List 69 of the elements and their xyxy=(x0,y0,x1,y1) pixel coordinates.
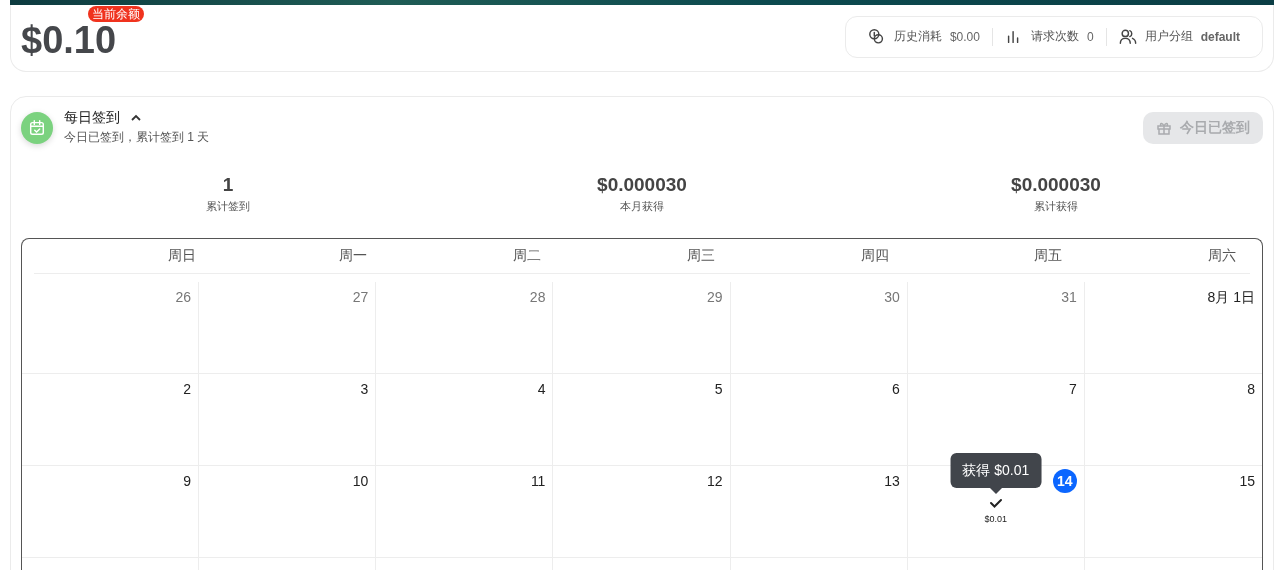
stat-label: 请求次数 xyxy=(1030,28,1079,45)
reward-tooltip: 获得 $0.01 xyxy=(950,453,1042,488)
calendar-icon xyxy=(21,111,53,144)
calendar-day[interactable]: 6 xyxy=(730,374,908,466)
summary-label: 累计获得 xyxy=(1033,199,1079,214)
day-number: 15 xyxy=(1239,472,1255,490)
calendar-day[interactable]: 29 xyxy=(553,282,731,374)
calendar-day[interactable]: 11 xyxy=(376,466,554,558)
day-number: 29 xyxy=(707,288,723,306)
day-number: 28 xyxy=(529,288,546,306)
calendar-day[interactable]: 8 xyxy=(1084,374,1262,466)
calendar-day[interactable]: 27 xyxy=(199,282,377,374)
calendar-day[interactable]: 2 xyxy=(22,374,200,466)
day-number: 13 xyxy=(884,472,900,490)
calendar-day[interactable]: 13 xyxy=(730,466,908,558)
calendar-day[interactable]: 3 xyxy=(199,374,377,466)
day-number: 3 xyxy=(360,380,369,398)
coins-icon xyxy=(867,27,886,46)
weekday-label: 周一 xyxy=(338,247,369,265)
calendar-day[interactable]: 31 xyxy=(907,282,1085,374)
weekday-label: 周四 xyxy=(859,247,890,265)
reward-amount: $0.01 xyxy=(984,514,1008,524)
calendar-day[interactable]: 8月 1日 xyxy=(1084,282,1262,374)
stat-value: default xyxy=(1200,29,1240,44)
calendar-day[interactable]: 12 xyxy=(553,466,731,558)
day-number: 30 xyxy=(884,288,900,306)
summary-value: $0.000030 xyxy=(596,174,688,196)
checkin-status: 今日已签到，累计签到 1 天 xyxy=(64,129,210,146)
day-number: 9 xyxy=(183,472,192,490)
weekday-label: 周日 xyxy=(166,247,197,265)
summary-label: 累计签到 xyxy=(205,199,251,214)
day-number: 12 xyxy=(707,472,723,490)
calendar-day[interactable]: 15 xyxy=(1084,466,1262,558)
day-number: 7 xyxy=(1069,380,1077,398)
users-icon xyxy=(1118,27,1137,46)
calendar-day[interactable]: 9 xyxy=(22,466,200,558)
day-number: 6 xyxy=(891,380,900,398)
weekday-label: 周三 xyxy=(685,247,716,265)
day-number: 31 xyxy=(1061,288,1077,306)
day-number: 4 xyxy=(537,380,546,398)
day-number: 8 xyxy=(1247,380,1255,398)
tooltip-arrow-icon xyxy=(989,488,1002,494)
stat-label: 用户分组 xyxy=(1144,28,1193,45)
day-number: 10 xyxy=(352,472,369,490)
day-number: 2 xyxy=(183,380,192,398)
stat-value: $0.00 xyxy=(949,29,980,44)
checkin-title: 每日签到 xyxy=(64,109,120,127)
stat-value: 0 xyxy=(1086,29,1094,44)
day-number: 14 xyxy=(1052,469,1077,493)
calendar-day[interactable]: 28 xyxy=(376,282,554,374)
stat-label: 历史消耗 xyxy=(893,28,942,45)
day-number: 8月 1日 xyxy=(1207,288,1255,306)
calendar-day[interactable]: 10 xyxy=(199,466,377,558)
calendar-day[interactable]: 26 xyxy=(22,282,200,374)
day-number: 26 xyxy=(175,288,192,306)
balance-amount: $0.10 xyxy=(21,19,117,61)
weekday-label: 周二 xyxy=(512,247,543,265)
calendar-day[interactable]: 5 xyxy=(553,374,731,466)
summary-label: 本月获得 xyxy=(619,199,665,214)
weekday-label: 周五 xyxy=(1033,247,1064,265)
summary-value: 1 xyxy=(221,174,235,196)
day-number: 27 xyxy=(352,288,369,306)
balance-badge: 当前余额 xyxy=(88,6,144,22)
summary-value: $0.000030 xyxy=(1010,174,1102,196)
day-number: 11 xyxy=(530,472,546,490)
day-number: 5 xyxy=(714,380,723,398)
calendar-day[interactable]: 30 xyxy=(730,282,908,374)
calendar-day[interactable]: 4 xyxy=(376,374,554,466)
weekday-label: 周六 xyxy=(1207,247,1237,265)
